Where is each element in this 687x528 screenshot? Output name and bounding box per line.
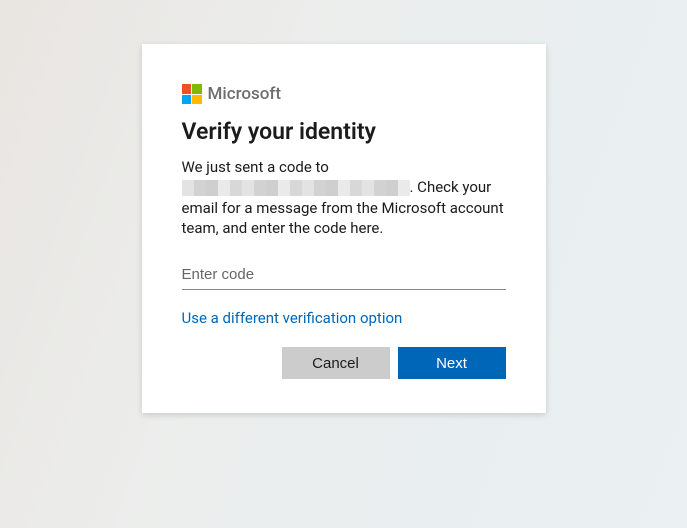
code-input[interactable] bbox=[182, 262, 506, 290]
button-row: Cancel Next bbox=[182, 347, 506, 379]
signin-card: Microsoft Verify your identity We just s… bbox=[142, 44, 546, 413]
next-button[interactable]: Next bbox=[398, 347, 506, 379]
brand-name: Microsoft bbox=[208, 84, 282, 104]
microsoft-logo-icon bbox=[182, 84, 202, 104]
page-title: Verify your identity bbox=[182, 118, 506, 145]
instruction-text: We just sent a code to . Check your emai… bbox=[182, 157, 506, 238]
redacted-email bbox=[182, 180, 410, 196]
brand-row: Microsoft bbox=[182, 84, 506, 104]
instruction-line1: We just sent a code to bbox=[182, 158, 329, 176]
different-option-link[interactable]: Use a different verification option bbox=[182, 309, 403, 327]
cancel-button[interactable]: Cancel bbox=[282, 347, 390, 379]
